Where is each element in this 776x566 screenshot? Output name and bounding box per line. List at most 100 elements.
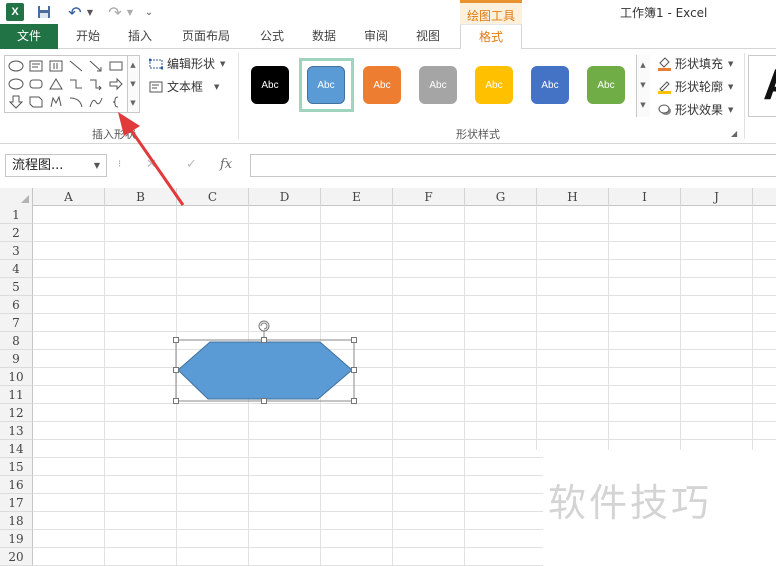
grid-row-line — [33, 313, 776, 314]
shape-style-preset[interactable]: Abc — [475, 66, 513, 104]
tab-insert[interactable]: 插入 — [118, 24, 162, 49]
column-header[interactable]: A — [33, 188, 105, 206]
select-all-corner[interactable] — [0, 188, 33, 206]
brace-shape-icon[interactable] — [107, 94, 125, 110]
arc-shape-icon[interactable] — [67, 94, 85, 110]
column-header[interactable]: I — [609, 188, 681, 206]
column-header[interactable]: C — [177, 188, 249, 206]
right-arrow-shape-icon[interactable] — [107, 76, 125, 92]
column-header[interactable]: F — [393, 188, 465, 206]
elbow-connector-shape-icon[interactable] — [67, 76, 85, 92]
check-icon[interactable]: ✓ — [186, 157, 197, 172]
row-header[interactable]: 3 — [0, 242, 33, 260]
tab-data[interactable]: 数据 — [302, 24, 346, 49]
tab-format[interactable]: 格式 — [460, 24, 522, 50]
text-box-button[interactable]: 文本框 ▼ — [148, 78, 219, 96]
shapes-gallery[interactable] — [4, 55, 128, 113]
tab-formulas[interactable]: 公式 — [250, 24, 294, 49]
dialog-launcher-icon[interactable]: ◢ — [731, 129, 737, 138]
freeform-shape-icon[interactable] — [47, 94, 65, 110]
undo-icon[interactable]: ↶ — [66, 3, 84, 22]
rectangle-shape-icon[interactable] — [107, 58, 125, 74]
wordart-preview: A — [763, 60, 776, 110]
line-shape-icon[interactable] — [67, 58, 85, 74]
oval-shape-icon[interactable] — [7, 58, 25, 74]
cancel-icon[interactable]: ✕ — [146, 157, 157, 172]
row-header[interactable]: 14 — [0, 440, 33, 458]
textbox-shape-icon[interactable] — [27, 58, 45, 74]
redo-dropdown-icon[interactable]: ▼ — [126, 3, 134, 21]
selected-hexagon-shape[interactable] — [173, 320, 357, 404]
row-header[interactable]: 18 — [0, 512, 33, 530]
row-header[interactable]: 6 — [0, 296, 33, 314]
row-header[interactable]: 12 — [0, 404, 33, 422]
elbow-arrow-connector-shape-icon[interactable] — [87, 76, 105, 92]
shape-effects-button[interactable]: 形状效果 ▼ — [656, 101, 733, 119]
curve-shape-icon[interactable] — [87, 94, 105, 110]
gallery-more-icon[interactable]: ▼ — [128, 94, 138, 113]
row-header[interactable]: 4 — [0, 260, 33, 278]
column-header[interactable]: G — [465, 188, 537, 206]
shape-style-preset[interactable]: Abc — [251, 66, 289, 104]
row-header[interactable]: 9 — [0, 350, 33, 368]
shape-style-preset[interactable]: Abc — [307, 66, 345, 104]
column-header[interactable]: B — [105, 188, 177, 206]
row-header[interactable]: 16 — [0, 476, 33, 494]
shapes-gallery-scroll[interactable]: ▲ ▼ ▼ — [128, 55, 140, 113]
styles-gallery-scroll[interactable]: ▲ ▼ ▼ — [636, 55, 650, 117]
row-header[interactable]: 20 — [0, 548, 33, 566]
worksheet-grid[interactable]: ABCDEFGHIJ 1 2 3 4 5 6 7 8 9 10 11 12 13 14 15 16 17 18 19… — [0, 188, 776, 566]
triangle-shape-icon[interactable] — [47, 76, 65, 92]
customize-qat-icon[interactable]: ⌄ — [144, 3, 154, 21]
row-header[interactable]: 19 — [0, 530, 33, 548]
shape-style-preset[interactable]: Abc — [419, 66, 457, 104]
shape-style-preset[interactable]: Abc — [363, 66, 401, 104]
chevron-down-icon[interactable]: ▼ — [94, 155, 100, 176]
gallery-up-icon[interactable]: ▲ — [637, 55, 649, 75]
row-header[interactable]: 17 — [0, 494, 33, 512]
formula-bar-grip-icon[interactable]: ⁝ — [118, 159, 121, 170]
row-header[interactable]: 5 — [0, 278, 33, 296]
down-arrow-shape-icon[interactable] — [7, 94, 25, 110]
tab-file[interactable]: 文件 — [0, 24, 58, 49]
row-header[interactable]: 11 — [0, 386, 33, 404]
row-header[interactable]: 2 — [0, 224, 33, 242]
gallery-up-icon[interactable]: ▲ — [128, 56, 138, 75]
row-header[interactable]: 15 — [0, 458, 33, 476]
snip-rect-shape-icon[interactable] — [27, 94, 45, 110]
column-header[interactable]: E — [321, 188, 393, 206]
shape-style-preset[interactable]: Abc — [531, 66, 569, 104]
undo-dropdown-icon[interactable]: ▼ — [86, 3, 94, 21]
save-icon[interactable] — [36, 3, 52, 21]
column-header[interactable]: H — [537, 188, 609, 206]
wordart-gallery[interactable]: A — [748, 55, 776, 117]
shape-outline-button[interactable]: 形状轮廓 ▼ — [656, 78, 733, 96]
tab-page-layout[interactable]: 页面布局 — [172, 24, 240, 49]
insert-function-icon[interactable]: fx — [220, 157, 232, 172]
rounded-rect-shape-icon[interactable] — [27, 76, 45, 92]
edit-shape-button[interactable]: 编辑形状 ▼ — [148, 55, 225, 73]
row-header[interactable]: 8 — [0, 332, 33, 350]
ellipse-shape-icon[interactable] — [7, 76, 25, 92]
tab-view[interactable]: 视图 — [406, 24, 450, 49]
gallery-down-icon[interactable]: ▼ — [637, 75, 649, 95]
formula-input[interactable] — [250, 154, 776, 177]
redo-icon[interactable]: ↷ — [106, 3, 124, 22]
column-header[interactable]: D — [249, 188, 321, 206]
tab-review[interactable]: 审阅 — [354, 24, 398, 49]
gallery-down-icon[interactable]: ▼ — [128, 75, 138, 94]
effects-icon — [656, 103, 672, 117]
vertical-textbox-shape-icon[interactable] — [47, 58, 65, 74]
shape-fill-button[interactable]: 形状填充 ▼ — [656, 55, 733, 73]
column-header[interactable]: J — [681, 188, 753, 206]
name-box[interactable]: 流程图... ▼ — [5, 154, 107, 177]
row-header[interactable]: 10 — [0, 368, 33, 386]
shape-style-preset[interactable]: Abc — [587, 66, 625, 104]
edit-shape-label: 编辑形状 — [167, 57, 216, 71]
gallery-more-icon[interactable]: ▼ — [637, 95, 649, 115]
row-header[interactable]: 1 — [0, 206, 33, 224]
tab-home[interactable]: 开始 — [66, 24, 110, 49]
row-header[interactable]: 13 — [0, 422, 33, 440]
row-header[interactable]: 7 — [0, 314, 33, 332]
arrow-line-shape-icon[interactable] — [87, 58, 105, 74]
